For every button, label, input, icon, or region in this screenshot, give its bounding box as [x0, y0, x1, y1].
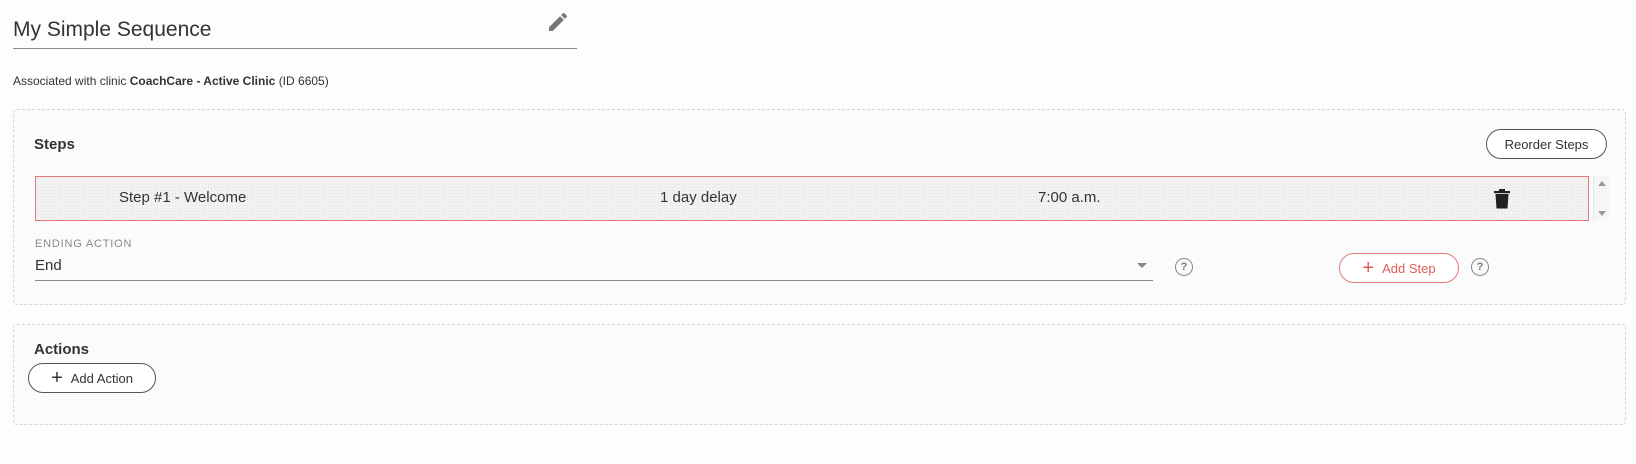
scroll-up-arrow-icon[interactable]: [1598, 181, 1606, 186]
clinic-association: Associated with clinic CoachCare - Activ…: [13, 74, 329, 88]
reorder-steps-button[interactable]: Reorder Steps: [1486, 129, 1607, 159]
add-action-button[interactable]: + Add Action: [28, 363, 156, 393]
add-step-help-icon[interactable]: ?: [1471, 258, 1489, 276]
add-step-label: Add Step: [1382, 260, 1436, 276]
scroll-down-arrow-icon[interactable]: [1598, 211, 1606, 216]
step-delay: 1 day delay: [660, 189, 737, 206]
plus-icon: +: [1362, 257, 1375, 279]
actions-card: Actions + Add Action: [13, 324, 1626, 425]
add-step-button[interactable]: + Add Step: [1339, 253, 1459, 283]
ending-action-help-icon[interactable]: ?: [1175, 258, 1193, 276]
steps-scrollbar[interactable]: [1593, 176, 1609, 221]
ending-action-label: ENDING ACTION: [35, 238, 133, 250]
step-time: 7:00 a.m.: [1038, 189, 1101, 206]
assoc-prefix: Associated with clinic: [13, 74, 127, 88]
steps-title: Steps: [34, 136, 75, 153]
step-name: Step #1 - Welcome: [119, 189, 247, 206]
clinic-name: CoachCare - Active Clinic: [129, 74, 276, 88]
actions-title: Actions: [34, 341, 90, 358]
clinic-id: (ID 6605): [278, 74, 329, 88]
add-action-label: Add Action: [70, 370, 133, 386]
steps-card: Steps Reorder Steps Step #1 - Welcome 1 …: [13, 109, 1626, 305]
sequence-title-field[interactable]: My Simple Sequence: [13, 6, 577, 49]
plus-icon: +: [51, 367, 63, 389]
chevron-down-icon[interactable]: [1137, 263, 1147, 268]
sequence-title[interactable]: My Simple Sequence: [13, 18, 211, 42]
pencil-icon[interactable]: [546, 10, 570, 34]
trash-icon[interactable]: [1493, 189, 1511, 209]
ending-action-select[interactable]: End: [35, 250, 1153, 281]
step-row[interactable]: Step #1 - Welcome 1 day delay 7:00 a.m.: [35, 176, 1589, 221]
ending-action-value: End: [35, 257, 62, 274]
